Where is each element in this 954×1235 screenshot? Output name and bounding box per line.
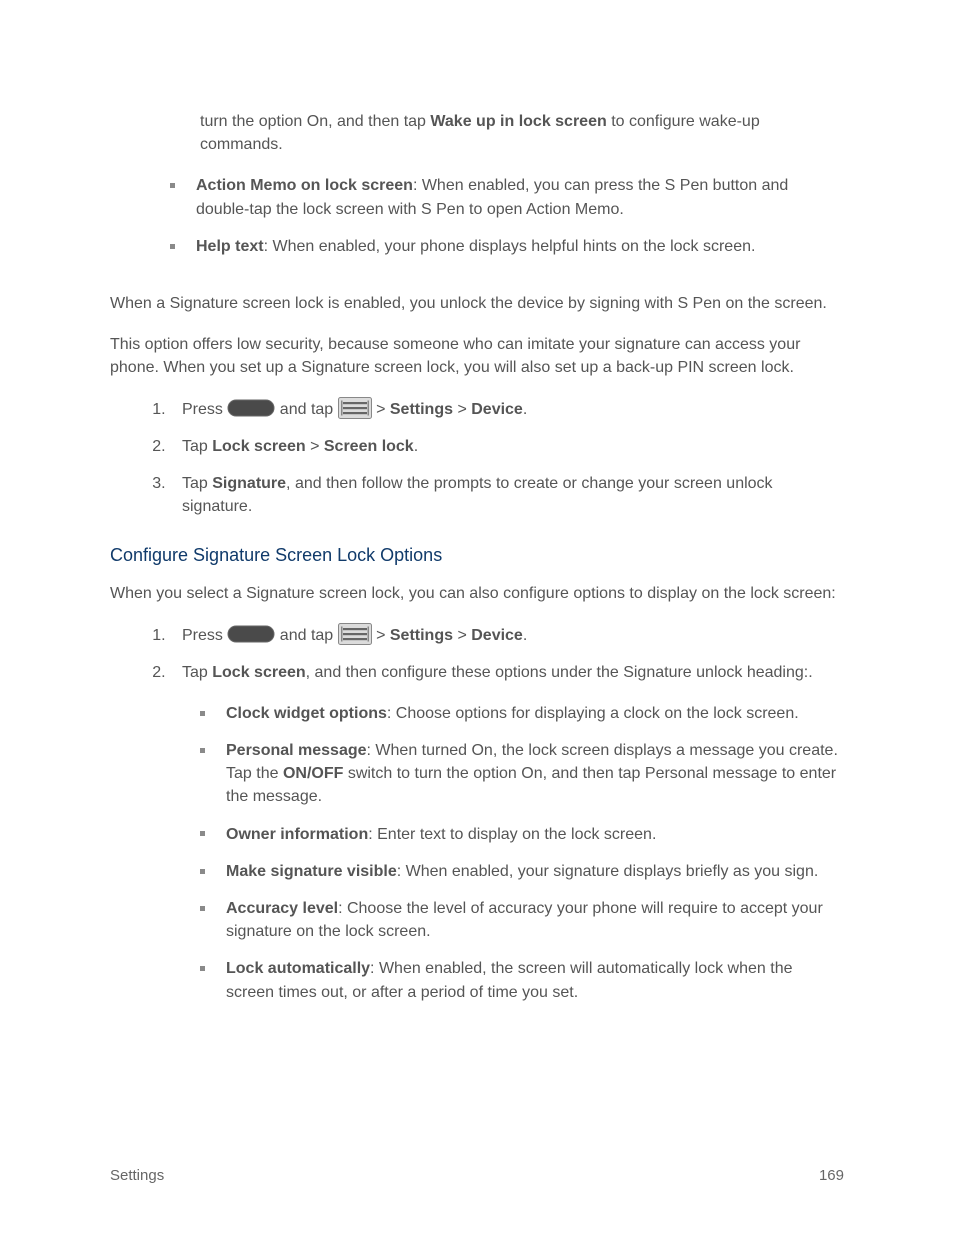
list-item: Help text: When enabled, your phone disp…	[170, 235, 844, 258]
menu-icon	[338, 397, 372, 419]
bold-label: Lock screen	[212, 438, 305, 455]
text: Press	[182, 401, 227, 418]
list-item: Tap Signature, and then follow the promp…	[170, 472, 844, 518]
text: .	[523, 401, 527, 418]
bold-label: Wake up in lock screen	[430, 113, 606, 130]
text: and tap	[280, 627, 338, 644]
bold-label: Lock screen	[212, 664, 305, 681]
page-number: 169	[819, 1165, 844, 1187]
text: Press	[182, 627, 227, 644]
list-item: Make signature visible: When enabled, yo…	[200, 860, 844, 883]
menu-icon	[338, 623, 372, 645]
bold-label: Screen lock	[324, 438, 414, 455]
bold-label: Owner information	[226, 826, 368, 843]
continuation-paragraph: turn the option On, and then tap Wake up…	[110, 110, 844, 156]
bold-label: Device	[471, 401, 523, 418]
list-item: Clock widget options: Choose options for…	[200, 702, 844, 725]
list-item: Tap Lock screen > Screen lock.	[170, 435, 844, 458]
bold-label: ON/OFF	[283, 765, 343, 782]
text: >	[306, 438, 324, 455]
text: : When enabled, your phone displays help…	[264, 238, 756, 255]
bold-label: Help text	[196, 238, 264, 255]
bold-label: Clock widget options	[226, 705, 387, 722]
text: and tap	[280, 401, 338, 418]
list-item: Personal message: When turned On, the lo…	[200, 739, 844, 809]
text: : Choose options for displaying a clock …	[387, 705, 799, 722]
list-item: Press and tap	[170, 624, 844, 647]
list-item: Accuracy level: Choose the level of accu…	[200, 897, 844, 943]
bold-label: Signature	[212, 475, 286, 492]
list-item: Lock automatically: When enabled, the sc…	[200, 957, 844, 1003]
text: .	[523, 627, 527, 644]
bold-label: Device	[471, 627, 523, 644]
footer-left: Settings	[110, 1165, 164, 1187]
bold-label: Make signature visible	[226, 863, 397, 880]
bold-label: Settings	[390, 627, 453, 644]
paragraph: When you select a Signature screen lock,…	[110, 582, 844, 605]
document-page: turn the option On, and then tap Wake up…	[0, 0, 954, 1235]
text: Tap	[182, 438, 212, 455]
page-footer: Settings 169	[110, 1165, 844, 1187]
text: Tap	[182, 475, 212, 492]
text: : Enter text to display on the lock scre…	[368, 826, 656, 843]
text: >	[453, 627, 471, 644]
paragraph: This option offers low security, because…	[110, 333, 844, 379]
configure-steps: Press and tap	[110, 624, 844, 684]
document-content: turn the option On, and then tap Wake up…	[110, 110, 844, 1004]
section-heading: Configure Signature Screen Lock Options	[110, 542, 844, 568]
bold-label: Action Memo on lock screen	[196, 177, 413, 194]
text: Tap	[182, 664, 212, 681]
bold-label: Accuracy level	[226, 900, 338, 917]
bold-label: Settings	[390, 401, 453, 418]
home-button-icon	[227, 625, 275, 643]
text: .	[414, 438, 418, 455]
list-item: Owner information: Enter text to display…	[200, 823, 844, 846]
configure-options-list: Clock widget options: Choose options for…	[110, 702, 844, 1004]
list-item: Action Memo on lock screen: When enabled…	[170, 174, 844, 220]
home-button-icon	[227, 399, 275, 417]
list-item: Tap Lock screen, and then configure thes…	[170, 661, 844, 684]
text: turn the option On, and then tap	[200, 113, 430, 130]
intro-bullet-list: Action Memo on lock screen : When enabled…	[110, 174, 844, 258]
text: >	[453, 401, 471, 418]
text: , and then configure these options under…	[306, 664, 813, 681]
text: : When enabled, your signature displays …	[397, 863, 819, 880]
paragraph: When a Signature screen lock is enabled,…	[110, 292, 844, 315]
bold-label: Lock automatically	[226, 960, 370, 977]
text: >	[376, 401, 390, 418]
signature-steps: Press and tap	[110, 398, 844, 519]
text: >	[376, 627, 390, 644]
bold-label: Personal message	[226, 742, 367, 759]
list-item: Press and tap	[170, 398, 844, 421]
